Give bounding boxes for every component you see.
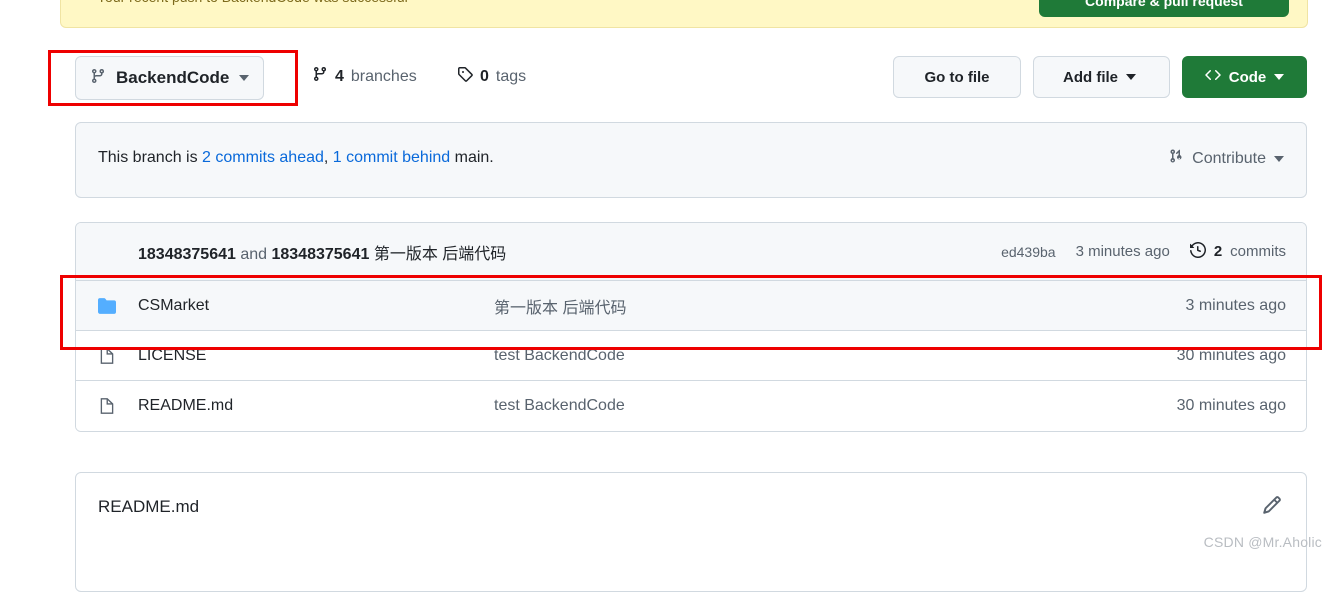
code-button[interactable]: Code (1182, 56, 1307, 98)
file-name[interactable]: CSMarket (138, 297, 494, 315)
code-brackets-icon (1205, 67, 1221, 87)
commit-conjunction: and (235, 245, 272, 263)
commit-author-secondary[interactable]: 18348375641 (271, 246, 369, 263)
file-commit-message[interactable]: test BackendCode (494, 347, 1177, 365)
commits-ahead-link[interactable]: 2 commits ahead (202, 149, 324, 166)
commits-count-label: commits (1230, 243, 1286, 260)
table-row[interactable]: CSMarket 第一版本 后端代码 3 minutes ago (76, 281, 1306, 331)
contribute-label: Contribute (1192, 149, 1266, 167)
history-clock-icon (1189, 241, 1206, 262)
tags-label: tags (495, 67, 527, 85)
chevron-down-icon (1126, 74, 1136, 80)
file-icon (76, 397, 138, 415)
branch-status-panel: This branch is 2 commits ahead, 1 commit… (75, 122, 1307, 198)
commit-author-primary[interactable]: 18348375641 (138, 246, 236, 263)
chevron-down-icon (1274, 74, 1285, 80)
file-commit-message[interactable]: 第一版本 后端代码 (494, 294, 1185, 318)
tag-icon (457, 66, 473, 87)
commit-sha[interactable]: ed439ba (1001, 244, 1056, 260)
branch-name-label: BackendCode (116, 68, 230, 87)
watermark: CSDN @Mr.Aholic (1203, 534, 1322, 550)
file-list-table: 18348375641 and 18348375641 第一版本 后端代码 ed… (75, 222, 1307, 432)
latest-commit-header: 18348375641 and 18348375641 第一版本 后端代码 ed… (76, 223, 1306, 281)
add-file-label: Add file (1063, 68, 1118, 86)
branch-icon (90, 68, 106, 89)
commit-history-link[interactable]: 2 commits (1189, 241, 1286, 262)
commit-message[interactable]: 第一版本 后端代码 (374, 246, 506, 263)
code-label: Code (1228, 68, 1267, 86)
branch-selector-button[interactable]: BackendCode (75, 56, 265, 100)
table-row[interactable]: README.md test BackendCode 30 minutes ag… (76, 381, 1306, 431)
chevron-down-icon (239, 75, 250, 81)
tags-count: 0 (480, 67, 489, 85)
commit-time: 3 minutes ago (1075, 243, 1170, 260)
pull-request-icon (1168, 148, 1184, 169)
status-suffix: main. (450, 149, 494, 166)
branch-toolbar: BackendCode 4 branches 0 tags Go to file… (75, 56, 1307, 100)
add-file-button[interactable]: Add file (1033, 56, 1170, 98)
file-name[interactable]: README.md (138, 397, 494, 415)
commits-count: 2 (1213, 243, 1223, 260)
branches-label: branches (350, 67, 417, 85)
file-commit-time: 30 minutes ago (1176, 346, 1286, 364)
readme-panel: README.md (75, 472, 1307, 592)
push-success-banner: Your recent push to BackendCode was succ… (60, 0, 1308, 28)
go-to-file-label: Go to file (924, 68, 990, 86)
commit-authors-and-message: 18348375641 and 18348375641 第一版本 后端代码 (138, 240, 506, 264)
branch-status-text: This branch is 2 commits ahead, 1 commit… (98, 149, 494, 167)
compare-pull-request-button[interactable]: Compare & pull request (1039, 0, 1289, 17)
commit-meta: ed439ba 3 minutes ago 2 commits (1001, 241, 1286, 262)
tags-link[interactable]: 0 tags (457, 66, 526, 87)
folder-icon (76, 297, 138, 315)
file-commit-time: 3 minutes ago (1185, 296, 1286, 314)
commits-behind-link[interactable]: 1 commit behind (333, 149, 450, 166)
contribute-button[interactable]: Contribute (1168, 148, 1284, 169)
go-to-file-button[interactable]: Go to file (893, 56, 1021, 98)
status-separator: , (323, 149, 333, 166)
file-name[interactable]: LICENSE (138, 347, 494, 365)
branch-icon (312, 66, 328, 87)
banner-message: Your recent push to BackendCode was succ… (97, 0, 408, 5)
readme-title: README.md (98, 497, 200, 516)
file-commit-message[interactable]: test BackendCode (494, 397, 1177, 415)
branches-count: 4 (335, 67, 344, 85)
table-row[interactable]: LICENSE test BackendCode 30 minutes ago (76, 331, 1306, 381)
chevron-down-icon (1274, 155, 1284, 162)
status-prefix: This branch is (98, 149, 203, 166)
pencil-icon[interactable] (1262, 495, 1282, 520)
file-commit-time: 30 minutes ago (1176, 397, 1286, 414)
file-icon (76, 347, 138, 365)
branches-link[interactable]: 4 branches (312, 66, 417, 87)
